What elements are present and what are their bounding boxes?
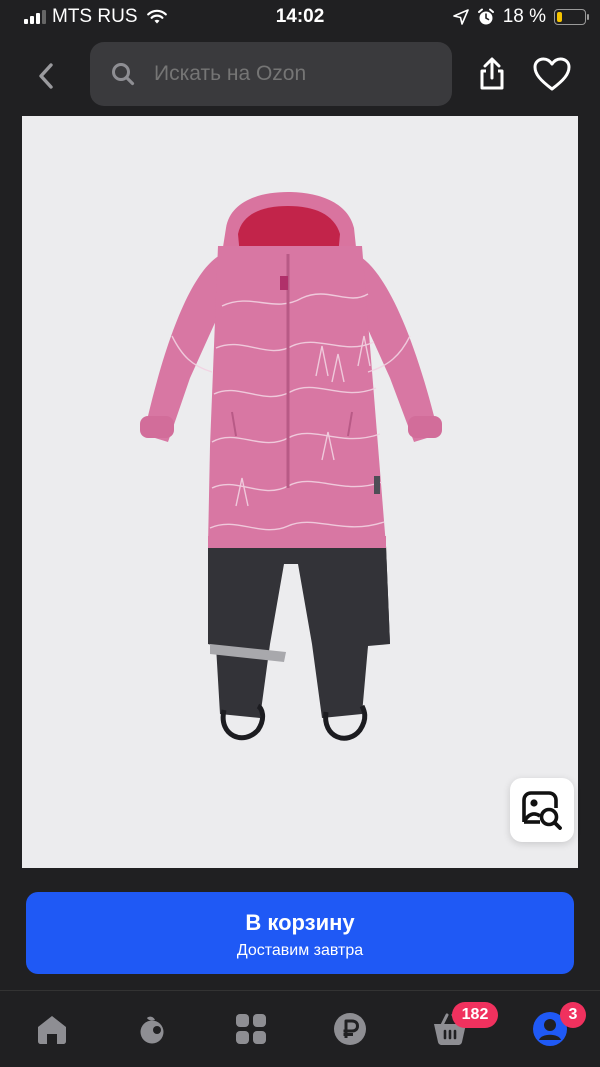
- tab-catalog[interactable]: [231, 1009, 271, 1049]
- image-search-icon: [522, 791, 562, 830]
- alarm-icon: [477, 8, 494, 25]
- profile-notification-badge: 3: [560, 1002, 586, 1028]
- delivery-info: Доставим завтра: [236, 942, 364, 959]
- bottom-tab-bar: 182 3: [0, 990, 600, 1067]
- product-gallery[interactable]: [22, 116, 578, 868]
- visual-search-button[interactable]: [510, 778, 574, 842]
- battery-percent: 18 %: [502, 6, 546, 27]
- search-icon: [112, 63, 135, 86]
- favorite-button[interactable]: [532, 56, 572, 92]
- top-navigation: [0, 34, 600, 114]
- share-icon: [480, 57, 504, 90]
- pink-snowsuit-image: [140, 192, 442, 741]
- back-icon: [39, 63, 53, 89]
- battery-icon: [554, 9, 589, 25]
- catalog-icon: [236, 1014, 266, 1044]
- fresh-icon: [140, 1016, 164, 1044]
- tab-fresh[interactable]: [132, 1009, 172, 1049]
- status-bar: MTS RUS 14:02 18 %: [0, 0, 600, 34]
- ruble-icon: [334, 1013, 366, 1045]
- battery-level: [557, 12, 562, 22]
- heart-icon: [533, 57, 571, 91]
- tab-finance[interactable]: [330, 1009, 370, 1049]
- cart-count-badge: 182: [452, 1002, 498, 1028]
- search-bar[interactable]: [90, 42, 452, 106]
- add-to-cart-label: В корзину: [245, 910, 355, 935]
- home-icon: [38, 1016, 66, 1044]
- add-to-cart-button[interactable]: В корзину Доставим завтра: [26, 892, 574, 974]
- tab-home[interactable]: [32, 1009, 72, 1049]
- search-input[interactable]: [152, 61, 436, 87]
- location-arrow-icon: [452, 9, 469, 25]
- share-button[interactable]: [474, 56, 510, 92]
- back-button[interactable]: [28, 58, 64, 94]
